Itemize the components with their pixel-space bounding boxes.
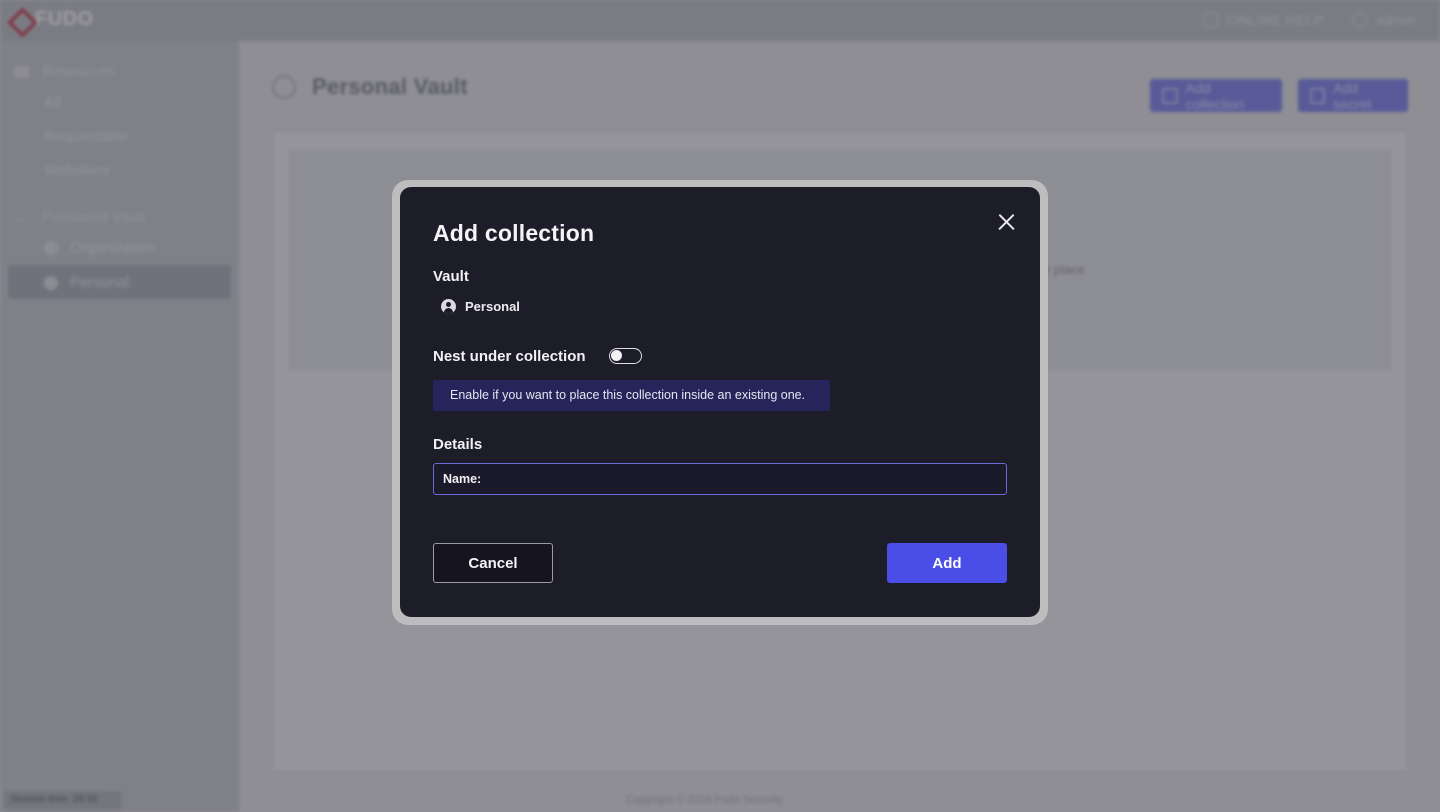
- name-input[interactable]: [487, 471, 997, 487]
- user-circle-icon: [441, 299, 456, 314]
- nest-under-collection-label: Nest under collection: [433, 348, 586, 365]
- dialog-title: Add collection: [433, 220, 595, 246]
- add-button[interactable]: Add: [887, 543, 1007, 583]
- vault-name: Personal: [465, 299, 520, 314]
- details-label: Details: [433, 436, 483, 453]
- nest-under-collection-toggle[interactable]: [609, 348, 642, 364]
- nest-hint: Enable if you want to place this collect…: [433, 380, 830, 411]
- close-icon[interactable]: [994, 210, 1018, 234]
- name-field[interactable]: Name:: [433, 463, 1007, 495]
- toggle-knob: [611, 350, 622, 361]
- vault-value: Personal: [441, 299, 520, 314]
- name-field-label: Name:: [443, 472, 482, 486]
- add-collection-dialog: Add collection Vault Personal Nest under…: [400, 187, 1040, 617]
- vault-label: Vault: [433, 268, 469, 285]
- cancel-button[interactable]: Cancel: [433, 543, 553, 583]
